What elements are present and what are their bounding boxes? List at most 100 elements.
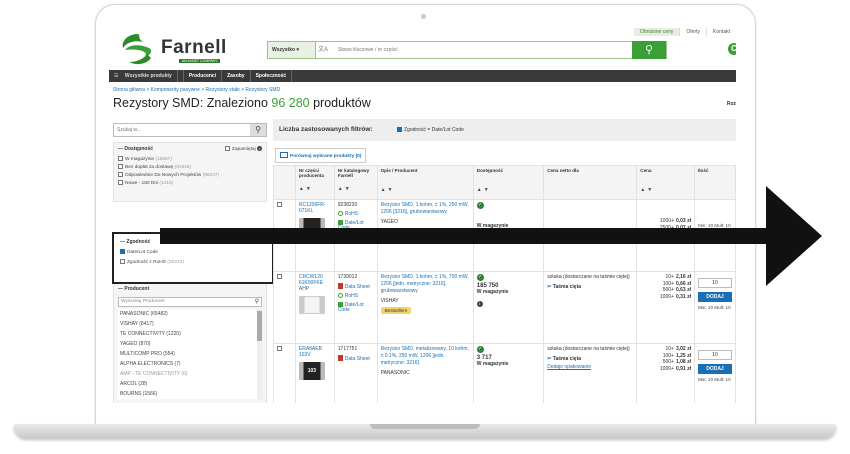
manufacturer-scrollbar[interactable] xyxy=(257,309,262,399)
list-item[interactable]: MULTICOMP PRO (554) xyxy=(118,349,262,359)
sort-arrows[interactable]: ▲▼ xyxy=(477,187,540,193)
add-to-cart-button[interactable]: DODAJ xyxy=(697,292,732,302)
rohs-link[interactable]: RoHS xyxy=(337,293,374,299)
price-qty: 1000+ xyxy=(659,293,674,300)
search-button[interactable]: ⚲ xyxy=(632,41,666,59)
remember-checkbox[interactable] xyxy=(224,146,230,151)
list-item[interactable]: ALPHA ELECTRONICS (7) xyxy=(118,359,262,369)
list-item[interactable]: BOURNS (1566) xyxy=(118,389,262,399)
product-image[interactable] xyxy=(298,218,325,236)
mfr-part-link[interactable]: ERA8AEB 103V xyxy=(299,346,322,358)
header-description[interactable]: Opis / Producent ▲▼ xyxy=(376,165,474,200)
nav-all-products[interactable]: ☰ Wszystkie produkty xyxy=(109,70,184,82)
list-item[interactable]: AMP - TE CONNECTIVITY (0) xyxy=(118,369,262,379)
cut-tape-text: Taśma cięta xyxy=(552,356,582,362)
date-lot-code-link[interactable]: Date/Lot Code xyxy=(337,302,374,313)
list-item[interactable]: ARCOL (28) xyxy=(118,379,262,389)
top-link-offers[interactable]: Oferty xyxy=(679,28,706,36)
checkbox-checked[interactable] xyxy=(397,127,402,132)
mfr-part-link[interactable]: RC1206FR-071KL xyxy=(299,202,326,214)
info-icon[interactable]: i xyxy=(476,301,483,307)
checkbox[interactable] xyxy=(118,180,123,185)
product-description-link[interactable]: Rezystor SMD, metalizowany, 10 kohm, ± 0… xyxy=(381,346,470,367)
sidebar-search-button[interactable]: ⚲ xyxy=(250,124,266,136)
row-checkbox[interactable] xyxy=(277,274,282,279)
price-value: 1,08 zł xyxy=(675,359,691,365)
datasheet-link[interactable]: Data Sheet xyxy=(337,283,374,290)
info-icon[interactable]: i xyxy=(257,146,262,151)
manufacturer-search[interactable]: Wyszukaj Producent ⚲ xyxy=(118,297,262,307)
row-checkbox[interactable] xyxy=(277,202,282,207)
sidebar-search-input[interactable] xyxy=(114,124,248,136)
datasheet-link[interactable]: Data Sheet xyxy=(337,355,374,362)
sort-arrows[interactable]: ▲▼ xyxy=(640,187,691,193)
product-image[interactable]: 103 xyxy=(298,362,325,380)
nav-manufacturers[interactable]: Producenci xyxy=(184,70,223,82)
filter-item-count: (91926) xyxy=(174,165,192,170)
availability-heading-label: Dostępność xyxy=(124,146,154,152)
sort-arrows[interactable]: ▲▼ xyxy=(299,186,331,192)
mfr-part-link[interactable]: CRCW120 61K00FKE AHP xyxy=(299,274,323,292)
search-input[interactable] xyxy=(336,42,631,58)
row-checkbox[interactable] xyxy=(277,346,282,351)
cell-price: 10+ 2,16 zł 100+ 0,66 zł 500+ 0,63 zł 1000+… xyxy=(636,271,695,344)
filter-item-new-designs[interactable]: Odpowiednie Do Nowych Projektów (96227) xyxy=(114,171,266,179)
pdf-icon xyxy=(337,283,343,289)
sort-label[interactable]: Roz xyxy=(727,101,736,107)
remember-toggle[interactable]: Zapamiętaj i xyxy=(224,146,262,152)
checkbox-checked[interactable] xyxy=(120,249,125,254)
list-item[interactable]: YAGEO (870) xyxy=(118,339,262,349)
info-icon[interactable]: i xyxy=(476,235,483,241)
rohs-link[interactable]: RoHS xyxy=(337,211,374,217)
applied-filter-chip[interactable]: Zgodność = Date/Lot Code xyxy=(397,127,464,133)
filter-item-date-lot-code[interactable]: Date/Lot Code xyxy=(114,247,272,257)
availability-heading[interactable]: — Dostępność Zapamiętaj i xyxy=(114,143,266,155)
header-mfr-part[interactable]: Nr części producenta ▲▼ xyxy=(294,165,335,200)
search-icon: ⚲ xyxy=(254,299,259,305)
sort-arrows[interactable]: ▲▼ xyxy=(381,187,470,193)
filter-item-new-180[interactable]: Nowe - 180 Dni (1415) xyxy=(114,179,266,187)
header-label: Nr części producenta xyxy=(298,168,324,178)
more-prices-link[interactable]: Więcej cen xyxy=(640,233,691,239)
list-item[interactable]: VISHAY (8417) xyxy=(118,319,262,329)
pdf-icon xyxy=(337,355,343,361)
date-lot-code-link[interactable]: Date/Lot Code xyxy=(337,220,374,231)
nav-community[interactable]: Społeczność xyxy=(251,70,293,82)
breadcrumb[interactable]: Strona główna > Komponenty pasywne > Rez… xyxy=(113,87,280,93)
product-description-link[interactable]: Rezystor SMD, 1 kohm, ± 1%, 250 mW, 1206… xyxy=(381,202,470,216)
header-catalog-no[interactable]: Nr katalogowy Farnell ▲▼ xyxy=(333,165,378,200)
result-count: 96 280 xyxy=(271,96,310,110)
product-description-link[interactable]: Rezystor SMD, 1 kohm, ± 1%, 750 mW, 1206… xyxy=(381,274,470,295)
add-packaging-link[interactable]: Dodaje opakowanie xyxy=(547,364,633,370)
search-scope-label: Wszystko xyxy=(272,47,296,53)
compliance-heading[interactable]: — Zgodność xyxy=(114,234,272,247)
checkbox[interactable] xyxy=(118,172,123,177)
filter-item-rohs[interactable]: Zgodność z RoHS (26223) xyxy=(114,257,272,267)
checkbox[interactable] xyxy=(118,156,123,161)
manufacturer-heading[interactable]: — Producent xyxy=(114,283,266,295)
compare-button[interactable]: Porównaj wybrane produkty (0) xyxy=(275,148,367,163)
nav-resources[interactable]: Zasoby xyxy=(222,70,251,82)
sort-arrows[interactable]: ▲▼ xyxy=(338,186,374,192)
search-scope-select[interactable]: Wszystko ▾ xyxy=(268,42,316,58)
filter-item-in-stock[interactable]: W magazynie (15887) xyxy=(114,155,266,163)
checkbox[interactable] xyxy=(120,259,125,264)
add-to-cart-button[interactable]: DODAJ xyxy=(697,364,732,374)
product-image[interactable] xyxy=(298,296,325,314)
list-item[interactable]: TE CONNECTIVITY (1220) xyxy=(118,329,262,339)
header-availability[interactable]: Dostępność ▲▼ xyxy=(472,165,545,200)
top-link-contact[interactable]: Kontakt xyxy=(706,28,736,36)
header-price[interactable]: Cena ▲▼ xyxy=(636,165,695,200)
list-item[interactable]: PANASONIC (65482) xyxy=(118,309,262,319)
scrollbar-thumb[interactable] xyxy=(257,311,262,341)
filter-item-free-shipping[interactable]: Bez dopłat za dostawę (91926) xyxy=(114,163,266,171)
page-title-prefix: Rezystory SMD: Znaleziono xyxy=(113,96,272,110)
doc-label: RoHS xyxy=(344,211,359,217)
farnell-logo[interactable]: Farnell AN AVNET COMPANY xyxy=(119,32,234,68)
quantity-input[interactable]: 10 xyxy=(697,350,732,360)
quantity-input[interactable]: 10 xyxy=(697,278,732,288)
account-icon[interactable]: C xyxy=(728,43,736,55)
checkbox[interactable] xyxy=(118,164,123,169)
translate-icon[interactable]: 文A xyxy=(318,44,332,56)
top-link-deals[interactable]: Obniżone ceny xyxy=(634,28,680,36)
